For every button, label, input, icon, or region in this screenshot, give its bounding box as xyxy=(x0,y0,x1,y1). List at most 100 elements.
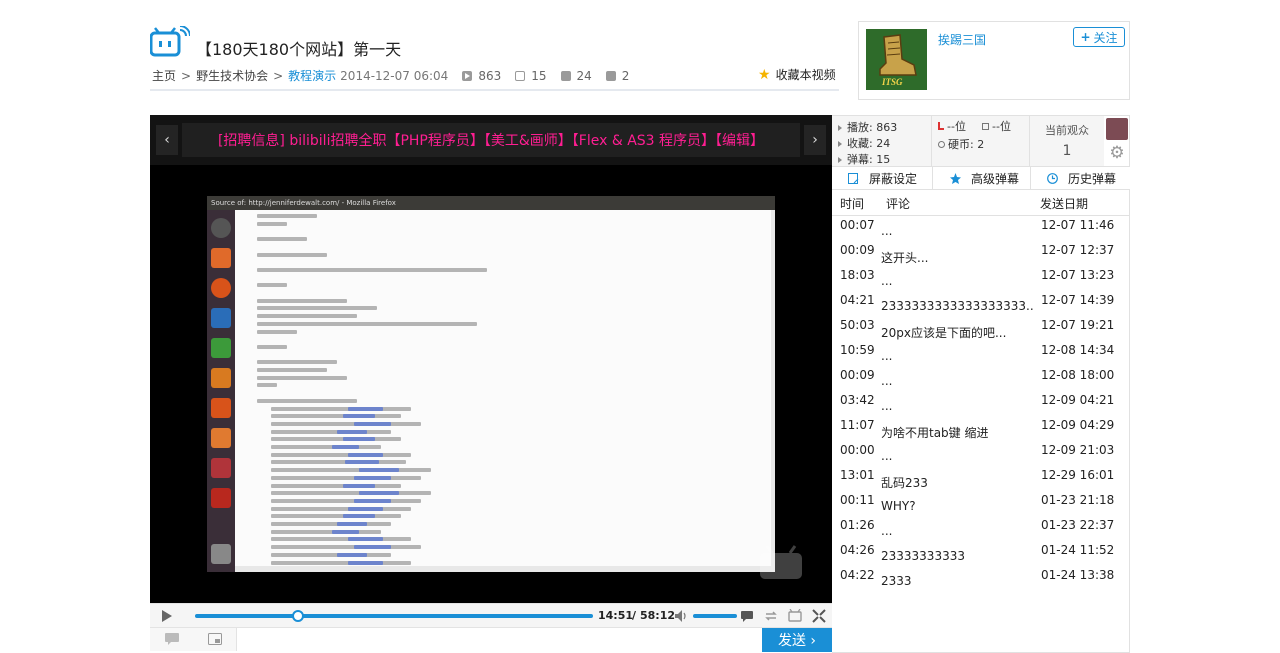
danmaku-time: 00:11 xyxy=(840,493,875,507)
code-line xyxy=(271,522,391,526)
header-comment[interactable]: 评论 xyxy=(886,195,910,212)
announcement-text[interactable]: [招聘信息] bilibili招聘全职【PHP程序员】【美工&画师】【Flex … xyxy=(182,123,800,157)
code-line xyxy=(257,252,327,257)
tab-advanced-danmaku[interactable]: 高级弹幕 xyxy=(950,167,1019,189)
advanced-danmaku-icon xyxy=(950,172,961,184)
danmaku-row[interactable]: 00:09 这开头... 12-07 12:37 xyxy=(832,241,1130,266)
video-player[interactable]: ‹ [招聘信息] bilibili招聘全职【PHP程序员】【美工&画师】【Fle… xyxy=(150,115,832,603)
stat-favorites-text: 收藏: 24 xyxy=(847,137,891,150)
code-line xyxy=(271,437,401,442)
user-avatar[interactable] xyxy=(1106,118,1128,140)
danmaku-row[interactable]: 04:21 2333333333333333333... 12-07 14:39 xyxy=(832,291,1130,316)
code-link xyxy=(342,514,375,519)
danmaku-time: 11:07 xyxy=(840,418,875,432)
danmaku-toggle-icon[interactable] xyxy=(740,609,754,623)
danmaku-time: 00:07 xyxy=(840,218,875,232)
tab-block-settings[interactable]: 屏蔽设定 xyxy=(848,167,917,189)
danmaku-row[interactable]: 00:07... 12-07 11:46 xyxy=(832,216,1130,241)
total-time: 58:12 xyxy=(640,609,676,622)
viewers-count: 1 xyxy=(1062,143,1072,159)
danmaku-row[interactable]: 50:03 20px应该是下面的吧... 12-07 19:21 xyxy=(832,316,1130,341)
fullscreen-icon[interactable] xyxy=(812,609,826,623)
danmaku-time: 00:09 xyxy=(840,368,875,382)
rank-daily: --位 xyxy=(938,118,966,134)
progress-thumb[interactable] xyxy=(292,610,305,622)
danmaku-style-icon[interactable] xyxy=(165,633,179,645)
danmaku-row[interactable]: 03:42... 12-09 04:21 xyxy=(832,391,1130,416)
stat-favorites: 收藏: 24 xyxy=(838,135,890,151)
danmaku-date: 12-09 04:29 xyxy=(1041,418,1115,432)
progress-bar[interactable] xyxy=(195,610,593,622)
play-count-icon xyxy=(462,70,473,81)
announcement-next-button[interactable]: › xyxy=(804,125,826,155)
current-time: 14:51 xyxy=(598,609,634,622)
danmaku-time: 10:59 xyxy=(840,343,875,357)
header-time[interactable]: 时间 xyxy=(840,195,864,212)
rank-stats: --位 --位 硬币: 2 xyxy=(932,116,1030,166)
danmaku-input-bar: 发送 › xyxy=(150,627,832,652)
avatar-label: ITSG xyxy=(882,77,903,87)
danmaku-text: 2333 xyxy=(881,574,912,588)
danmaku-row[interactable]: 13:01 乱码233 12-29 16:01 xyxy=(832,466,1130,491)
volume-icon[interactable] xyxy=(675,610,688,622)
breadcrumb: 主页 > 野生技术协会 > 教程演示 2014-12-07 06:04 863 … xyxy=(152,67,629,84)
danmaku-row[interactable]: 00:09... 12-08 18:00 xyxy=(832,366,1130,391)
loop-icon[interactable] xyxy=(764,609,778,623)
danmaku-date: 12-29 16:01 xyxy=(1041,468,1115,482)
code-line xyxy=(271,460,406,465)
stat-plays-text: 播放: 863 xyxy=(847,121,898,134)
code-link xyxy=(337,429,367,434)
tab-history-danmaku-label: 历史弹幕 xyxy=(1068,171,1117,186)
code-line xyxy=(271,421,421,426)
code-line xyxy=(257,398,357,403)
danmaku-row[interactable]: 11:07 为啥不用tab键 缩进 12-09 04:29 xyxy=(832,416,1130,441)
code-line xyxy=(257,344,287,349)
widescreen-icon[interactable] xyxy=(788,609,802,623)
breadcrumb-subcategory[interactable]: 教程演示 xyxy=(288,67,336,84)
danmaku-date: 12-07 19:21 xyxy=(1041,318,1115,332)
danmaku-row[interactable]: 18:03... 12-07 13:23 xyxy=(832,266,1130,291)
code-line xyxy=(271,514,401,519)
favorite-count: 24 xyxy=(560,69,592,83)
code-line xyxy=(257,314,357,319)
code-link xyxy=(348,406,383,411)
rank-total: --位 xyxy=(982,118,1011,134)
gear-icon[interactable]: ⚙ xyxy=(1108,144,1126,162)
volume-slider[interactable] xyxy=(693,614,737,618)
coin-icon xyxy=(605,70,616,81)
announcement-bar: ‹ [招聘信息] bilibili招聘全职【PHP程序员】【美工&画师】【Fle… xyxy=(150,115,832,165)
danmaku-mode-icon[interactable] xyxy=(208,633,222,645)
send-button[interactable]: 发送 › xyxy=(762,628,832,652)
breadcrumb-category[interactable]: 野生技术协会 xyxy=(196,67,268,84)
code-link xyxy=(331,529,359,534)
danmaku-text: ... xyxy=(881,399,893,413)
code-line xyxy=(271,429,391,434)
danmaku-row[interactable]: 00:11 WHY? 01-23 21:18 xyxy=(832,491,1130,516)
play-button[interactable] xyxy=(162,610,172,622)
tab-history-danmaku[interactable]: 历史弹幕 xyxy=(1047,167,1116,189)
uploader-name[interactable]: 挨踢三国 xyxy=(938,31,986,48)
danmaku-input[interactable] xyxy=(236,628,762,651)
breadcrumb-home[interactable]: 主页 xyxy=(152,67,176,84)
danmaku-time: 01:26 xyxy=(840,518,875,532)
coin-small-icon xyxy=(938,141,945,148)
arrow-right-icon xyxy=(838,125,842,131)
code-line xyxy=(271,483,401,488)
announcement-prev-button[interactable]: ‹ xyxy=(156,125,178,155)
code-line xyxy=(257,214,317,218)
follow-button[interactable]: + 关注 xyxy=(1073,27,1125,47)
code-link xyxy=(359,491,399,496)
code-line xyxy=(271,529,381,534)
danmaku-row[interactable]: 10:59... 12-08 14:34 xyxy=(832,341,1130,366)
danmaku-text: ... xyxy=(881,524,893,538)
header-date[interactable]: 发送日期 xyxy=(1040,195,1088,212)
favorite-video-button[interactable]: ★ 收藏本视频 xyxy=(758,66,836,83)
danmaku-row[interactable]: 04:26 23333333333 01-24 11:52 xyxy=(832,541,1130,566)
danmaku-row[interactable]: 00:00... 12-09 21:03 xyxy=(832,441,1130,466)
code-link xyxy=(353,475,391,480)
uploader-avatar[interactable]: ITSG xyxy=(866,29,927,90)
code-line xyxy=(257,321,477,326)
danmaku-row[interactable]: 04:22 2333 01-24 13:38 xyxy=(832,566,1130,591)
danmaku-row[interactable]: 01:26... 01-23 22:37 xyxy=(832,516,1130,541)
tab-advanced-danmaku-label: 高级弹幕 xyxy=(971,171,1020,186)
